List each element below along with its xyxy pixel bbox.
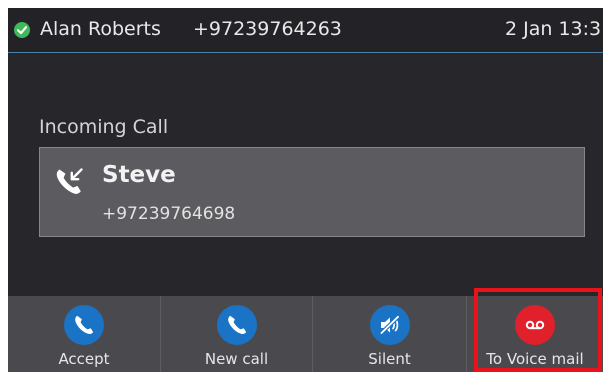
call-state-label: Incoming Call <box>39 116 169 138</box>
to-voice-mail-button[interactable]: To Voice mail <box>466 296 603 372</box>
softkey-bar: Accept New call Silent To Voice mail <box>8 296 603 372</box>
caller-name: Steve <box>102 162 176 188</box>
phone-icon <box>216 305 257 345</box>
date-time: 2 Jan 13:3 <box>505 18 602 40</box>
accept-label: Accept <box>58 350 110 368</box>
speaker-mute-icon <box>369 305 410 345</box>
call-card: Steve +97239764698 <box>39 147 585 237</box>
check-circle-icon <box>14 22 30 38</box>
new-call-label: New call <box>204 350 269 368</box>
to-voice-mail-label: To Voice mail <box>486 350 584 368</box>
phone-icon <box>64 305 104 345</box>
user-number: +97239764263 <box>193 18 342 40</box>
user-name: Alan Roberts <box>40 18 161 40</box>
incoming-call-icon <box>53 166 85 198</box>
status-bar: Alan Roberts +97239764263 2 Jan 13:3 <box>8 8 603 53</box>
silent-button[interactable]: Silent <box>312 296 466 372</box>
caller-number: +97239764698 <box>102 204 236 224</box>
accept-button[interactable]: Accept <box>8 296 160 372</box>
phone-screen: Alan Roberts +97239764263 2 Jan 13:3 Inc… <box>8 8 603 372</box>
new-call-button[interactable]: New call <box>160 296 312 372</box>
silent-label: Silent <box>368 350 411 368</box>
voicemail-icon <box>515 305 555 345</box>
